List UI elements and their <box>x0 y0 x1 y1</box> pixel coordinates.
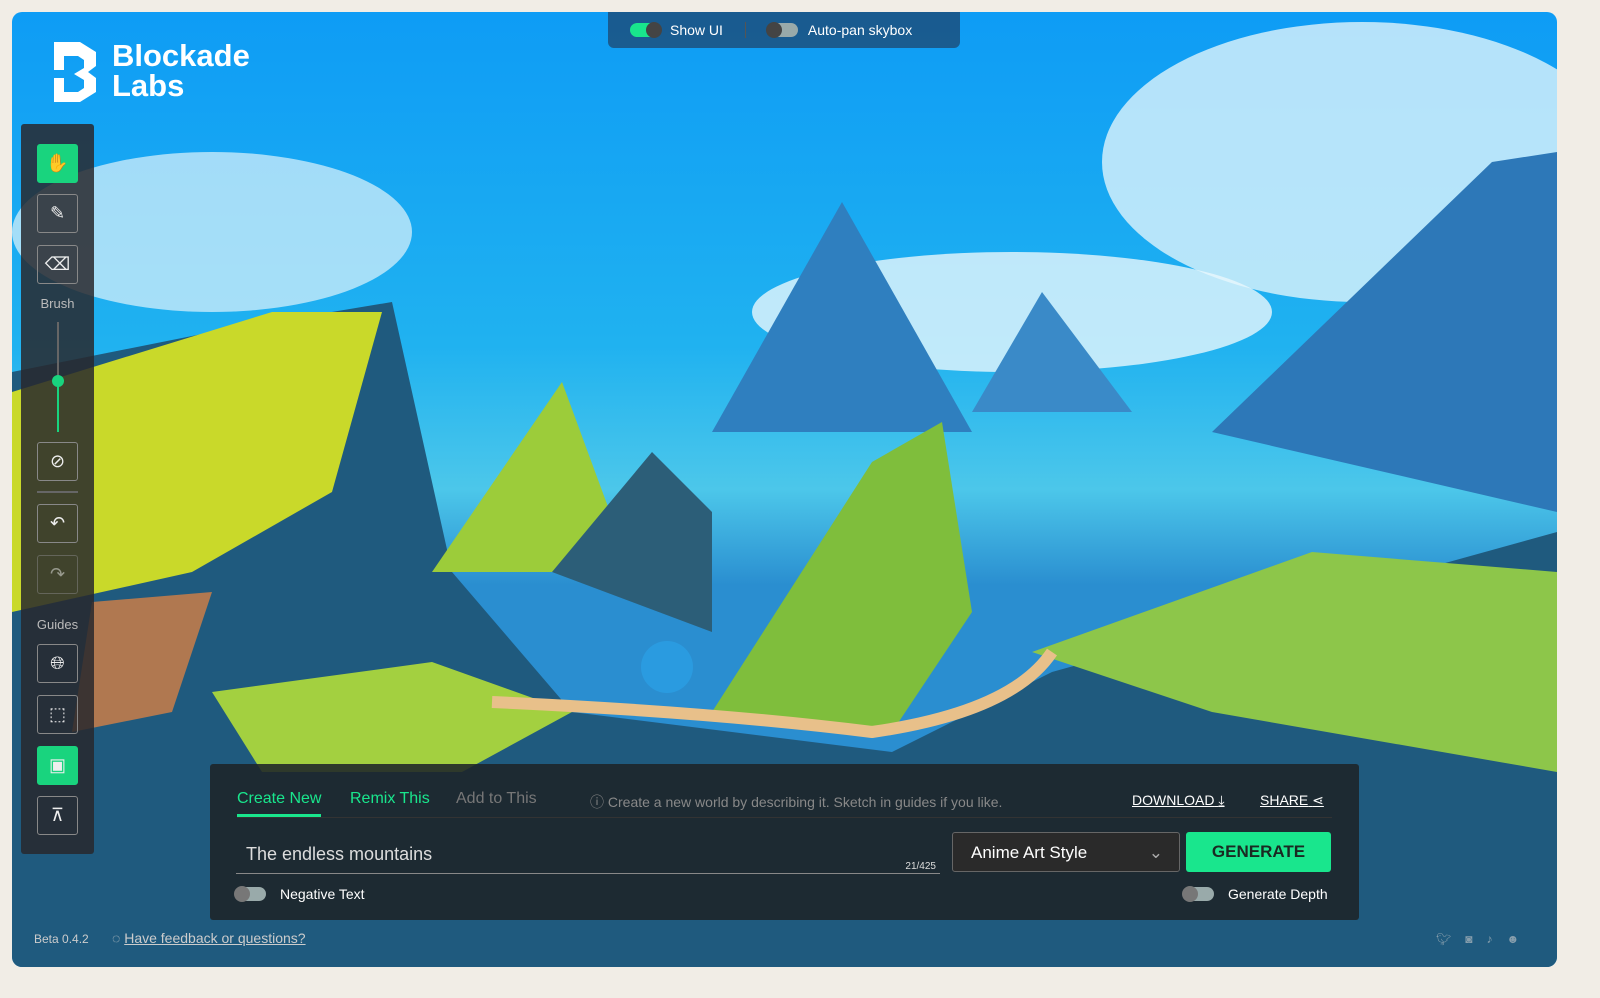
perspective-guide-button[interactable]: ⊼ <box>37 796 78 835</box>
show-ui-toggle[interactable] <box>630 22 662 38</box>
sketch-toolbar: ✋ ✎ ⌫ Brush ⊘ ↶ ↷ Guides 🌐︎ ⬚ ▣ ⊼ <box>21 124 94 854</box>
sphere-guide-button[interactable]: 🌐︎ <box>37 644 78 683</box>
image-guide-button[interactable]: ▣ <box>37 746 78 785</box>
char-count: 21/425 <box>905 861 936 872</box>
discord-icon[interactable]: ☻ <box>1506 932 1519 946</box>
tiktok-icon[interactable]: ♪ <box>1486 932 1492 946</box>
globe-icon: 🌐︎ <box>50 653 65 673</box>
version-label: Beta 0.4.2 <box>34 932 89 946</box>
cube-guide-button[interactable]: ⬚ <box>37 695 78 734</box>
hand-icon: ✋ <box>46 153 69 173</box>
negative-text-label: Negative Text <box>280 886 365 902</box>
style-value: Anime Art Style <box>971 843 1088 862</box>
style-select[interactable]: Anime Art Style ⌄ <box>952 832 1180 872</box>
divider <box>744 22 746 38</box>
pan-tool-button[interactable]: ✋ <box>37 144 78 183</box>
chevron-down-icon: ⌄ <box>1148 843 1163 862</box>
social-links: 🐦︎ ◙ ♪ ☻ <box>1436 932 1519 946</box>
perspective-icon: ⊼ <box>50 805 65 825</box>
brush-size-handle[interactable] <box>52 374 64 387</box>
show-ui-label: Show UI <box>670 22 723 38</box>
negative-text-toggle[interactable] <box>234 886 266 902</box>
redo-icon: ↷ <box>49 564 66 584</box>
logo-icon <box>54 42 96 102</box>
logo-line1: Blockade <box>112 38 250 73</box>
generation-panel: Create New Remix This Add to This ⓘ Crea… <box>210 764 1359 920</box>
share-link[interactable]: SHARE ⋖ <box>1260 792 1324 809</box>
undo-button[interactable]: ↶ <box>37 504 78 543</box>
generate-depth-label: Generate Depth <box>1228 886 1328 902</box>
prompt-input[interactable]: The endless mountains 21/425 <box>236 832 940 874</box>
twitter-icon[interactable]: 🐦︎ <box>1436 932 1451 946</box>
prompt-text: The endless mountains <box>246 844 433 864</box>
brush-size-slider[interactable] <box>52 322 64 432</box>
divider <box>237 817 1332 818</box>
generate-button[interactable]: GENERATE <box>1186 832 1331 872</box>
share-icon: ⋖ <box>1312 792 1324 808</box>
generate-depth-toggle[interactable] <box>1182 886 1214 902</box>
chat-icon: ◌ <box>112 930 125 946</box>
view-options-bar: Show UI Auto-pan skybox <box>608 12 960 48</box>
tab-remix-this[interactable]: Remix This <box>350 790 430 808</box>
logo-line2: Labs <box>112 68 185 103</box>
clear-button[interactable]: ⊘ <box>37 442 78 481</box>
guides-label: Guides <box>36 617 79 632</box>
feedback-link[interactable]: ◌ Have feedback or questions? <box>112 930 306 946</box>
autopan-toggle[interactable] <box>765 22 798 38</box>
blockade-labs-logo[interactable]: Blockade Labs <box>52 40 250 102</box>
tab-create-new[interactable]: Create New <box>237 790 322 817</box>
brush-label: Brush <box>40 296 75 311</box>
instagram-icon[interactable]: ◙ <box>1465 932 1472 946</box>
undo-icon: ↶ <box>49 513 66 533</box>
eraser-icon: ⌫ <box>44 254 71 274</box>
skybox-viewport[interactable]: Show UI Auto-pan skybox Blockade Labs ✋ ✎… <box>12 12 1557 967</box>
share-label: SHARE <box>1260 792 1309 808</box>
eraser-tool-button[interactable]: ⌫ <box>37 245 78 284</box>
brush-tool-button[interactable]: ✎ <box>37 194 78 233</box>
download-icon: ⤓ <box>1218 792 1225 808</box>
clear-icon: ⊘ <box>49 451 66 471</box>
tab-add-to-this[interactable]: Add to This <box>456 790 537 808</box>
cube-icon: ⬚ <box>48 704 66 724</box>
info-icon: ⓘ <box>590 794 608 810</box>
redo-button[interactable]: ↷ <box>37 555 78 594</box>
download-label: DOWNLOAD <box>1132 792 1215 808</box>
brush-icon: ✎ <box>49 203 66 223</box>
divider <box>37 491 78 493</box>
feedback-label: Have feedback or questions? <box>124 930 306 946</box>
hint-text: ⓘ Create a new world by describing it. S… <box>590 792 1002 812</box>
download-link[interactable]: DOWNLOAD ⤓ <box>1132 792 1225 809</box>
hint-label: Create a new world by describing it. Ske… <box>607 794 1003 810</box>
brush-size-fill <box>57 382 59 432</box>
image-icon: ▣ <box>48 755 66 775</box>
autopan-label: Auto-pan skybox <box>807 22 913 38</box>
